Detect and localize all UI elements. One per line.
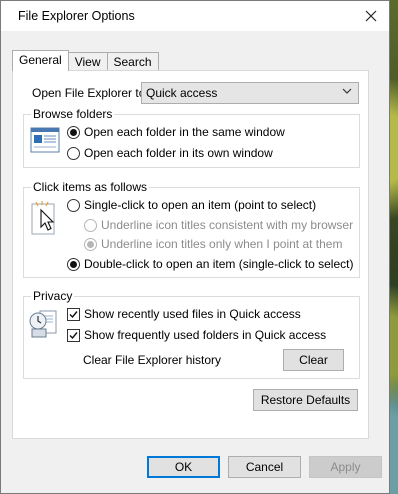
clear-history-label: Clear File Explorer history bbox=[83, 353, 222, 367]
tab-view[interactable]: View bbox=[67, 52, 108, 71]
cancel-button[interactable]: Cancel bbox=[228, 456, 301, 478]
same-window-radio[interactable] bbox=[67, 125, 80, 139]
clear-button[interactable]: Clear bbox=[283, 349, 344, 371]
own-window-radio[interactable] bbox=[67, 146, 80, 160]
recent-files-option[interactable]: Show recently used files in Quick access bbox=[67, 307, 301, 321]
double-click-radio[interactable] bbox=[67, 257, 80, 271]
pointer-click-icon bbox=[31, 201, 55, 235]
checkmark-icon bbox=[69, 331, 78, 339]
clear-button-label: Clear bbox=[299, 353, 328, 367]
frequent-folders-label: Show frequently used folders in Quick ac… bbox=[84, 328, 327, 342]
own-window-label: Open each folder in its own window bbox=[84, 146, 273, 160]
underline-point-label: Underline icon titles only when I point … bbox=[101, 237, 343, 251]
open-to-value: Quick access bbox=[146, 86, 218, 100]
open-to-row: Open File Explorer to: bbox=[32, 86, 149, 100]
click-items-group: Click items as follows Single-click to o… bbox=[23, 180, 360, 278]
underline-browser-label: Underline icon titles consistent with my… bbox=[101, 218, 354, 232]
same-window-option[interactable]: Open each folder in the same window bbox=[67, 125, 285, 139]
click-items-label: Click items as follows bbox=[31, 180, 150, 194]
underline-point-option: Underline icon titles only when I point … bbox=[84, 237, 342, 251]
open-to-label: Open File Explorer to: bbox=[32, 86, 149, 100]
single-click-label: Single-click to open an item (point to s… bbox=[84, 198, 317, 212]
privacy-group: Privacy Show recently used files in Quic… bbox=[23, 289, 360, 379]
own-window-option[interactable]: Open each folder in its own window bbox=[67, 146, 273, 160]
single-click-option[interactable]: Single-click to open an item (point to s… bbox=[67, 198, 316, 212]
privacy-history-icon bbox=[29, 310, 57, 338]
frequent-folders-option[interactable]: Show frequently used folders in Quick ac… bbox=[67, 328, 326, 342]
close-button[interactable] bbox=[353, 1, 389, 31]
recent-files-checkbox[interactable] bbox=[67, 307, 80, 321]
frequent-folders-checkbox[interactable] bbox=[67, 328, 80, 342]
tab-general[interactable]: General bbox=[12, 50, 69, 71]
underline-browser-radio bbox=[84, 218, 97, 232]
restore-defaults-button[interactable]: Restore Defaults bbox=[253, 389, 358, 411]
double-click-label: Double-click to open an item (single-cli… bbox=[84, 257, 354, 271]
restore-defaults-label: Restore Defaults bbox=[260, 393, 351, 407]
privacy-label: Privacy bbox=[31, 289, 75, 303]
general-tab-panel: Open File Explorer to: Quick access Brow… bbox=[12, 70, 369, 439]
underline-browser-option: Underline icon titles consistent with my… bbox=[84, 218, 353, 232]
apply-button: Apply bbox=[309, 456, 382, 478]
single-click-radio[interactable] bbox=[67, 198, 80, 212]
browse-folders-label: Browse folders bbox=[31, 107, 115, 121]
file-explorer-options-dialog: File Explorer Options General View Searc… bbox=[0, 0, 390, 494]
tab-search[interactable]: Search bbox=[106, 52, 159, 71]
window-layout-icon bbox=[30, 127, 60, 153]
window-title: File Explorer Options bbox=[18, 9, 135, 23]
ok-button[interactable]: OK bbox=[147, 456, 220, 478]
close-icon bbox=[365, 10, 377, 22]
browse-folders-group: Browse folders Open each folder in the s… bbox=[23, 107, 360, 168]
cancel-label: Cancel bbox=[245, 460, 284, 474]
checkmark-icon bbox=[69, 310, 78, 318]
ok-label: OK bbox=[174, 460, 193, 474]
tab-bar: General View Search bbox=[12, 50, 159, 71]
open-to-select[interactable]: Quick access bbox=[141, 82, 359, 104]
underline-point-radio bbox=[84, 237, 97, 251]
same-window-label: Open each folder in the same window bbox=[84, 125, 285, 139]
apply-label: Apply bbox=[330, 460, 361, 474]
recent-files-label: Show recently used files in Quick access bbox=[84, 307, 301, 321]
title-bar: File Explorer Options bbox=[1, 1, 389, 31]
chevron-down-icon bbox=[342, 88, 352, 94]
double-click-option[interactable]: Double-click to open an item (single-cli… bbox=[67, 257, 353, 271]
